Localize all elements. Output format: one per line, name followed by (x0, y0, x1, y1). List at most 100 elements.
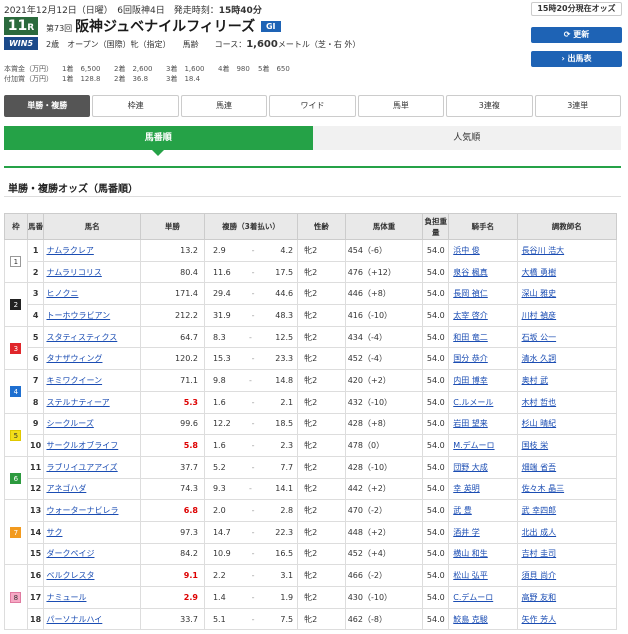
horse-name-link[interactable]: ウォーターナビレラ (46, 506, 118, 515)
tab-bet-type[interactable]: ワイド (269, 95, 356, 117)
horse-name[interactable]: パーソナルハイ (43, 607, 141, 631)
trainer-name-link[interactable]: 矢作 芳人 (522, 615, 557, 624)
jockey-name-link[interactable]: 団野 大成 (453, 463, 488, 472)
jockey-name-link[interactable]: 内田 博幸 (453, 376, 488, 385)
jockey-name[interactable]: 団野 大成 (448, 455, 518, 479)
trainer-name[interactable]: 佐々木 晶三 (516, 477, 618, 501)
trainer-name[interactable]: 清水 久詞 (516, 347, 618, 371)
horse-name-link[interactable]: ダークペイジ (46, 549, 94, 558)
update-button[interactable]: ⟳ 更新 (531, 27, 622, 43)
horse-name-link[interactable]: キミワクイーン (46, 376, 102, 385)
trainer-name[interactable]: 須貝 尚介 (516, 564, 618, 587)
jockey-name[interactable]: 浜中 俊 (448, 239, 518, 262)
horse-name-link[interactable]: ラブリイユアアイズ (46, 463, 117, 472)
horse-name[interactable]: シークルーズ (43, 412, 141, 436)
horse-name[interactable]: サークルオブライフ (43, 434, 141, 457)
trainer-name-link[interactable]: 長谷川 浩大 (522, 246, 565, 255)
jockey-name[interactable]: 横山 和生 (448, 542, 518, 566)
jockey-name[interactable]: 太宰 啓介 (448, 304, 518, 327)
jockey-name[interactable]: 国分 恭介 (448, 347, 518, 371)
trainer-name[interactable]: 高野 友和 (516, 586, 618, 609)
horse-name-link[interactable]: ベルクレスタ (46, 571, 94, 580)
horse-name[interactable]: ヒノクニ (43, 282, 141, 306)
horse-name[interactable]: ナミュール (43, 586, 141, 609)
jockey-name[interactable]: 酒井 学 (448, 520, 518, 544)
tab-bet-type[interactable]: 馬単 (357, 95, 445, 117)
trainer-name[interactable]: 木村 哲也 (516, 390, 618, 414)
trainer-name[interactable]: 吉村 圭司 (516, 542, 618, 566)
tab-bet-type[interactable]: 3連複 (446, 95, 533, 117)
horse-name[interactable]: ナムラクレア (43, 239, 141, 262)
horse-name-link[interactable]: サークルオブライフ (46, 441, 118, 450)
trainer-name-link[interactable]: 吉村 圭司 (522, 549, 557, 558)
horse-name[interactable]: ステルナティーア (43, 390, 141, 414)
jockey-name-link[interactable]: 岩田 望来 (453, 419, 488, 428)
jockey-name-link[interactable]: C.ルメール (453, 398, 493, 407)
jockey-name-link[interactable]: 鮫島 克駿 (453, 615, 488, 624)
horse-name[interactable]: キミワクイーン (43, 369, 141, 392)
jockey-name-link[interactable]: 松山 弘平 (453, 571, 488, 580)
horse-name-link[interactable]: パーソナルハイ (46, 615, 102, 624)
horse-name[interactable]: ダークペイジ (43, 542, 141, 566)
jockey-name-link[interactable]: 国分 恭介 (453, 354, 488, 363)
tab-bet-type[interactable]: 馬連 (180, 95, 268, 117)
trainer-name-link[interactable]: 深山 雅史 (522, 289, 557, 298)
jockey-name-link[interactable]: 泉谷 楓真 (453, 268, 488, 277)
horse-name-link[interactable]: シークルーズ (46, 419, 93, 428)
horse-name[interactable]: ベルクレスタ (43, 564, 141, 587)
horse-name-link[interactable]: ヒノクニ (46, 289, 78, 298)
jockey-name[interactable]: 松山 弘平 (448, 564, 518, 587)
trainer-name-link[interactable]: 清水 久詞 (522, 354, 557, 363)
jockey-name[interactable]: 幸 英明 (448, 477, 518, 501)
tab-sort-by-popularity[interactable]: 人気順 (312, 126, 621, 150)
entry-list-button[interactable]: › 出馬表 (531, 51, 622, 67)
horse-name-link[interactable]: トーホウラビアン (46, 311, 110, 320)
trainer-name-link[interactable]: 大橋 勇樹 (522, 268, 557, 277)
trainer-name[interactable]: 深山 雅史 (516, 282, 618, 306)
horse-name-link[interactable]: ステルナティーア (46, 398, 109, 407)
tab-bet-type[interactable]: 枠連 (92, 95, 179, 117)
trainer-name-link[interactable]: 武 幸四郎 (522, 506, 557, 515)
trainer-name-link[interactable]: 奥村 武 (522, 376, 549, 385)
horse-name[interactable]: タナザウィング (43, 347, 141, 371)
trainer-name-link[interactable]: 国枝 栄 (522, 441, 549, 450)
jockey-name-link[interactable]: 太宰 啓介 (453, 311, 488, 320)
horse-name-link[interactable]: ナミュール (46, 593, 86, 602)
trainer-name[interactable]: 大橋 勇樹 (516, 260, 618, 284)
trainer-name-link[interactable]: 高野 友和 (522, 593, 557, 602)
horse-name-link[interactable]: アネゴハダ (46, 484, 86, 493)
jockey-name[interactable]: 和田 竜二 (448, 325, 518, 349)
trainer-name-link[interactable]: 川村 禎彦 (522, 311, 557, 320)
horse-name[interactable]: ウォーターナビレラ (43, 499, 141, 522)
jockey-name[interactable]: 武 豊 (448, 499, 518, 522)
trainer-name[interactable]: 畑端 省吾 (516, 455, 618, 479)
horse-name-link[interactable]: サク (46, 528, 62, 537)
horse-name[interactable]: ラブリイユアアイズ (43, 455, 141, 479)
jockey-name-link[interactable]: C.デムーロ (453, 593, 493, 602)
trainer-name[interactable]: 北出 成人 (516, 520, 618, 544)
horse-name[interactable]: アネゴハダ (43, 477, 141, 501)
trainer-name-link[interactable]: 石坂 公一 (522, 333, 557, 342)
trainer-name[interactable]: 国枝 栄 (516, 434, 618, 457)
trainer-name[interactable]: 杉山 晴紀 (516, 412, 618, 436)
horse-name-link[interactable]: タナザウィング (46, 354, 102, 363)
trainer-name-link[interactable]: 木村 哲也 (522, 398, 557, 407)
trainer-name[interactable]: 長谷川 浩大 (516, 239, 618, 262)
jockey-name[interactable]: 鮫島 克駿 (448, 607, 518, 631)
trainer-name-link[interactable]: 畑端 省吾 (522, 463, 557, 472)
jockey-name[interactable]: M.デムーロ (448, 434, 518, 457)
tab-sort-by-number[interactable]: 馬番順 (4, 126, 313, 156)
jockey-name[interactable]: 岩田 望来 (448, 412, 518, 436)
horse-name[interactable]: サク (43, 520, 141, 544)
jockey-name-link[interactable]: 和田 竜二 (453, 333, 488, 342)
trainer-name-link[interactable]: 杉山 晴紀 (522, 419, 557, 428)
horse-name[interactable]: トーホウラビアン (43, 304, 141, 327)
jockey-name[interactable]: 長岡 禎仁 (448, 282, 518, 306)
jockey-name[interactable]: C.デムーロ (448, 586, 518, 609)
trainer-name[interactable]: 川村 禎彦 (516, 304, 618, 327)
jockey-name-link[interactable]: 幸 英明 (453, 484, 480, 493)
tab-bet-type[interactable]: 3連単 (534, 95, 621, 117)
jockey-name-link[interactable]: 浜中 俊 (453, 246, 480, 255)
jockey-name-link[interactable]: 酒井 学 (453, 528, 480, 537)
trainer-name-link[interactable]: 須貝 尚介 (522, 571, 557, 580)
